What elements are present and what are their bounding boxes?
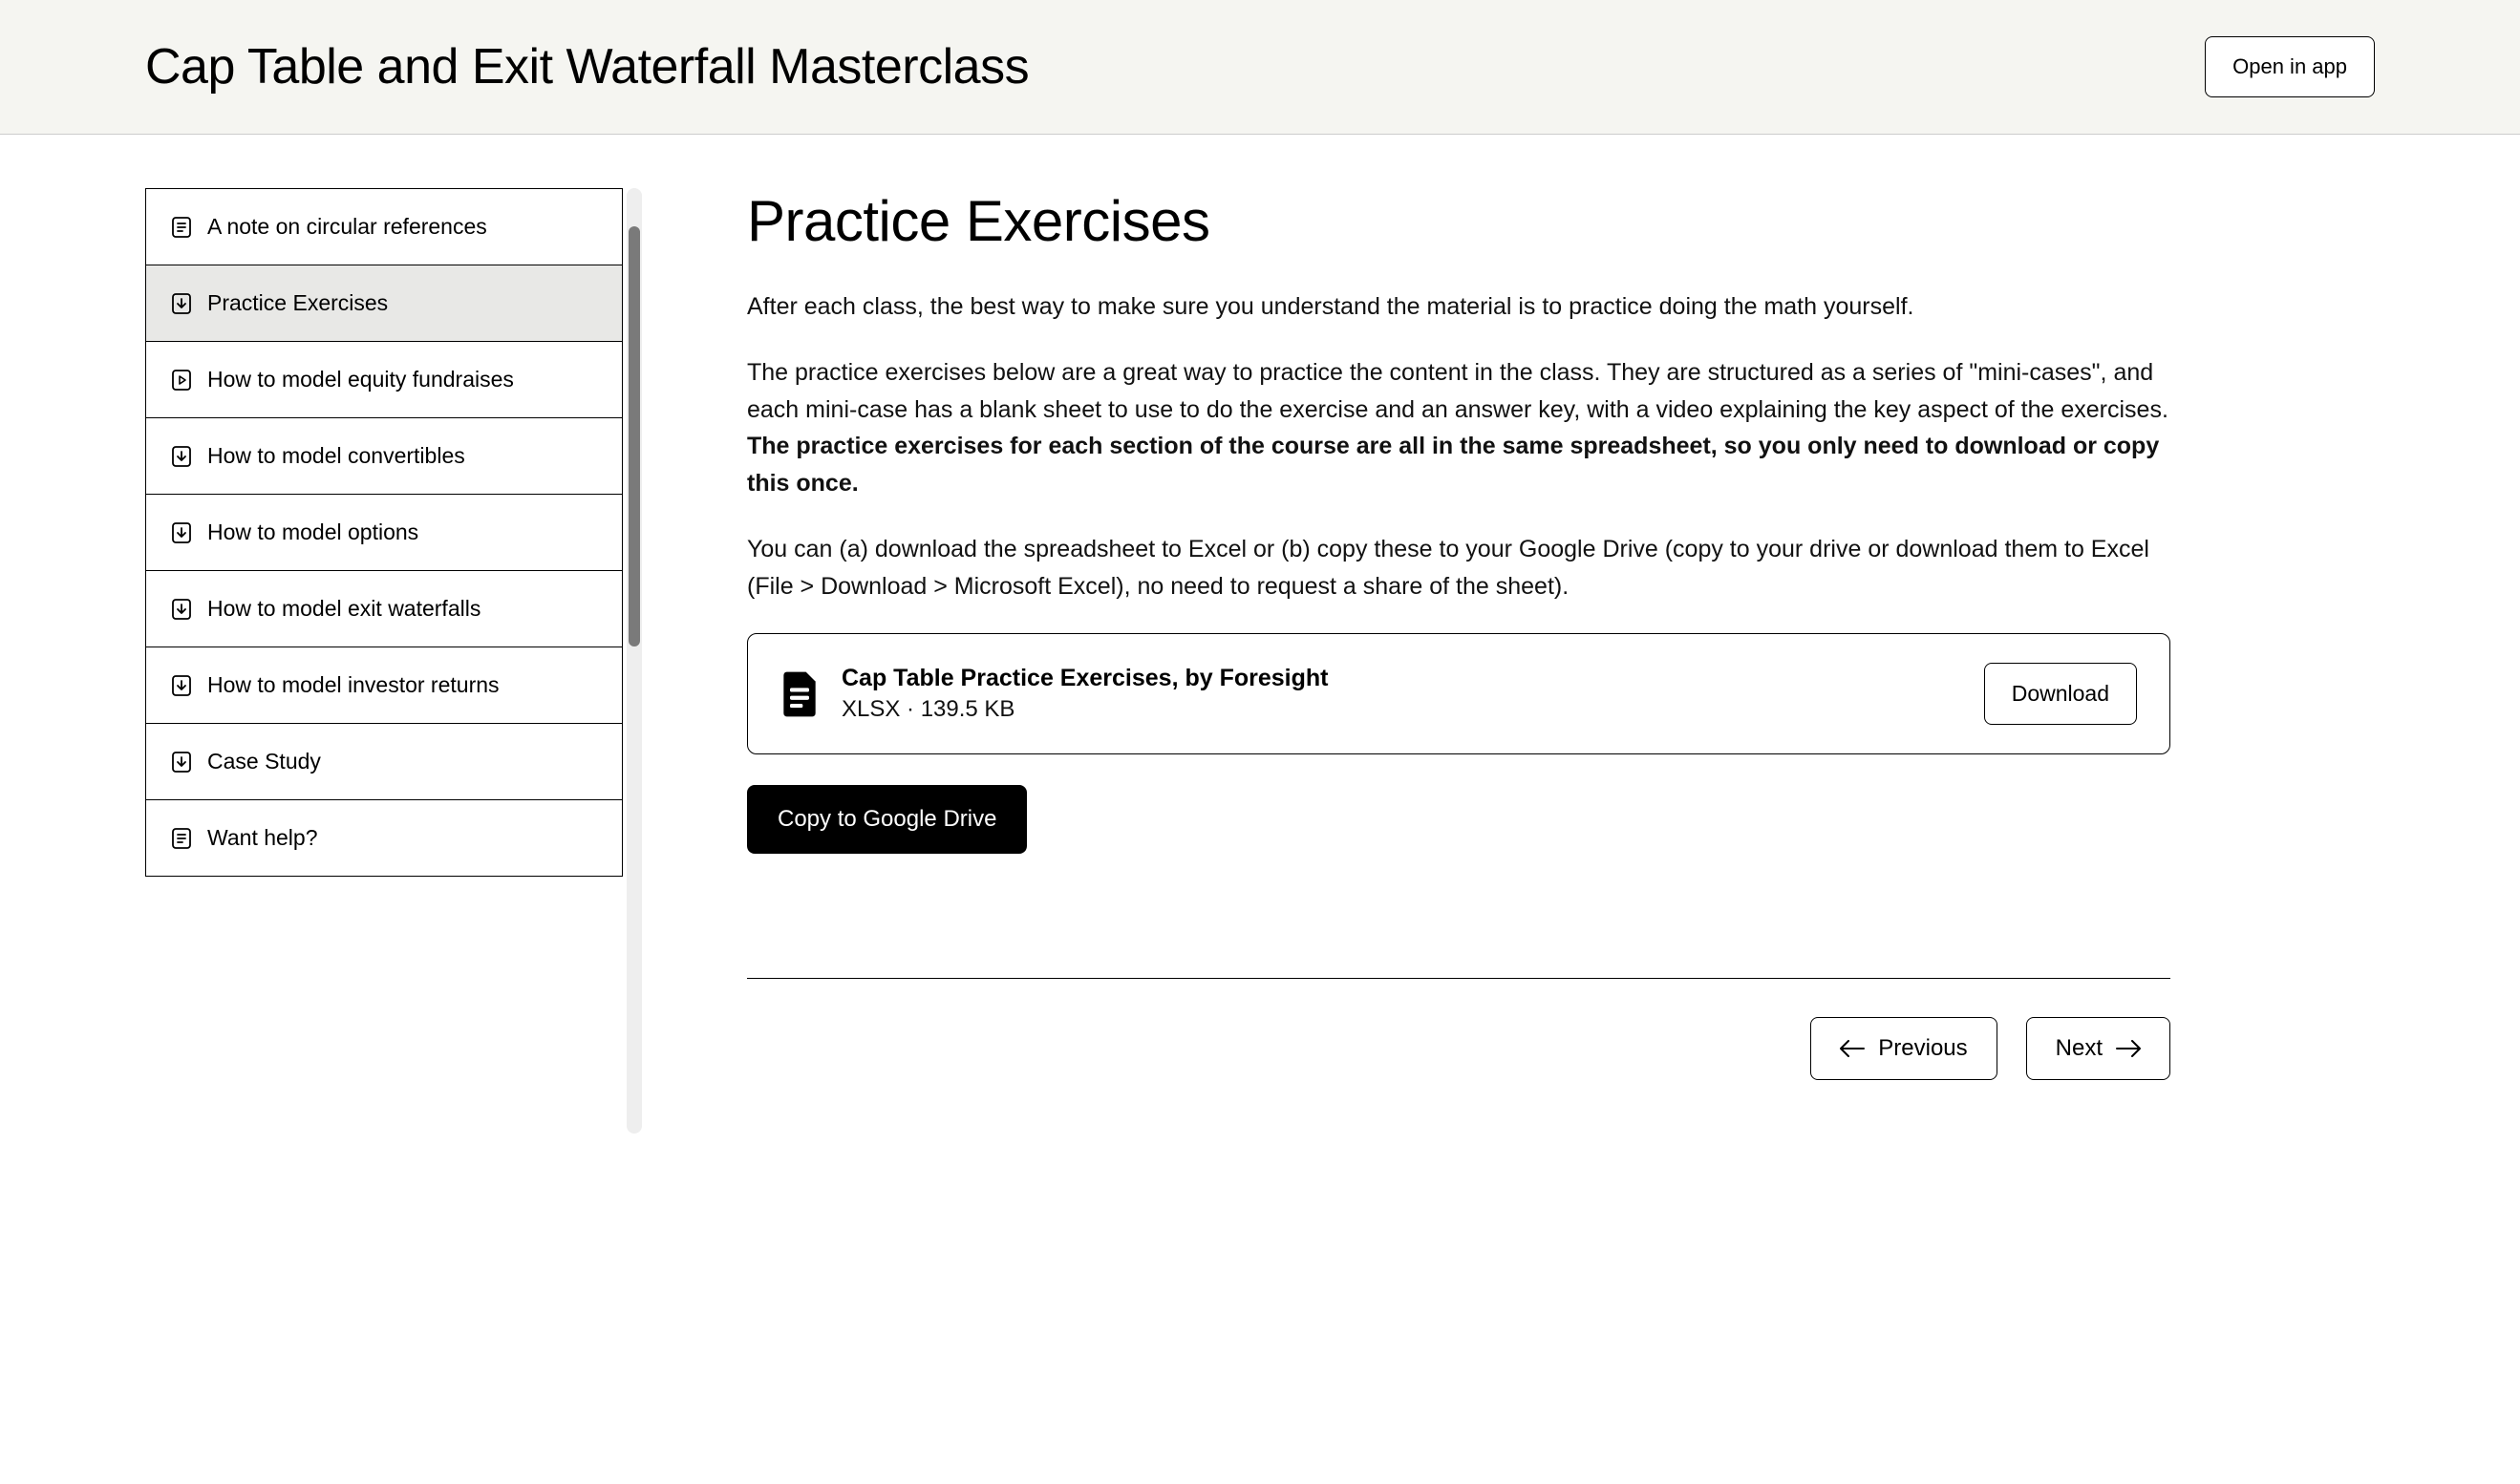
sidebar-item[interactable]: A note on circular references [146,189,622,265]
sidebar-item-label: How to model convertibles [207,441,597,471]
sidebar-item[interactable]: How to model exit waterfalls [146,571,622,647]
sidebar-item-label: How to model investor returns [207,670,597,700]
download-icon [171,599,192,620]
download-button[interactable]: Download [1984,663,2137,725]
file-info: Cap Table Practice Exercises, by Foresig… [842,665,1961,723]
intro-paragraph-2: The practice exercises below are a great… [747,354,2170,502]
download-icon [171,675,192,696]
sidebar-item-label: A note on circular references [207,212,597,242]
sidebar-list[interactable]: A note on circular references Practice Ex… [145,188,623,877]
sidebar-item-label: How to model equity fundraises [207,365,597,394]
sidebar-item[interactable]: How to model equity fundraises [146,342,622,418]
file-meta: XLSX · 139.5 KB [842,696,1961,723]
document-icon [171,828,192,849]
intro-paragraph-1: After each class, the best way to make s… [747,288,2170,326]
sidebar-item[interactable]: Want help? [146,800,622,877]
copy-to-drive-button[interactable]: Copy to Google Drive [747,785,1027,854]
open-in-app-button[interactable]: Open in app [2205,36,2375,97]
sidebar-item[interactable]: Practice Exercises [146,265,622,342]
header: Cap Table and Exit Waterfall Masterclass… [0,0,2520,135]
download-icon [171,522,192,543]
document-icon [171,217,192,238]
download-icon [171,752,192,773]
arrow-right-icon [2116,1040,2141,1057]
download-icon [171,293,192,314]
para2-bold: The practice exercises for each section … [747,433,2159,497]
sidebar-item-label: Practice Exercises [207,288,597,318]
sidebar: A note on circular references Practice Ex… [145,188,623,1134]
main-content: Practice Exercises After each class, the… [623,135,2170,1134]
sidebar-item[interactable]: How to model investor returns [146,647,622,724]
pager: Previous Next [747,1017,2170,1080]
sidebar-item-label: Case Study [207,747,597,776]
page-title: Practice Exercises [747,188,2170,254]
divider [747,978,2170,979]
para2-text: The practice exercises below are a great… [747,359,2168,423]
download-icon [171,446,192,467]
sidebar-item[interactable]: How to model convertibles [146,418,622,495]
sidebar-item[interactable]: How to model options [146,495,622,571]
course-title: Cap Table and Exit Waterfall Masterclass [145,38,1029,95]
file-download-card: Cap Table Practice Exercises, by Foresig… [747,633,2170,754]
file-icon [780,671,819,717]
previous-label: Previous [1878,1035,1967,1062]
play-icon [171,370,192,391]
sidebar-item[interactable]: Case Study [146,724,622,800]
sidebar-item-label: How to model exit waterfalls [207,594,597,624]
arrow-left-icon [1840,1040,1865,1057]
sidebar-item-label: How to model options [207,518,597,547]
intro-paragraph-3: You can (a) download the spreadsheet to … [747,531,2170,605]
file-name: Cap Table Practice Exercises, by Foresig… [842,665,1961,692]
sidebar-item-label: Want help? [207,823,597,853]
next-label: Next [2056,1035,2103,1062]
previous-button[interactable]: Previous [1810,1017,1997,1080]
next-button[interactable]: Next [2026,1017,2170,1080]
